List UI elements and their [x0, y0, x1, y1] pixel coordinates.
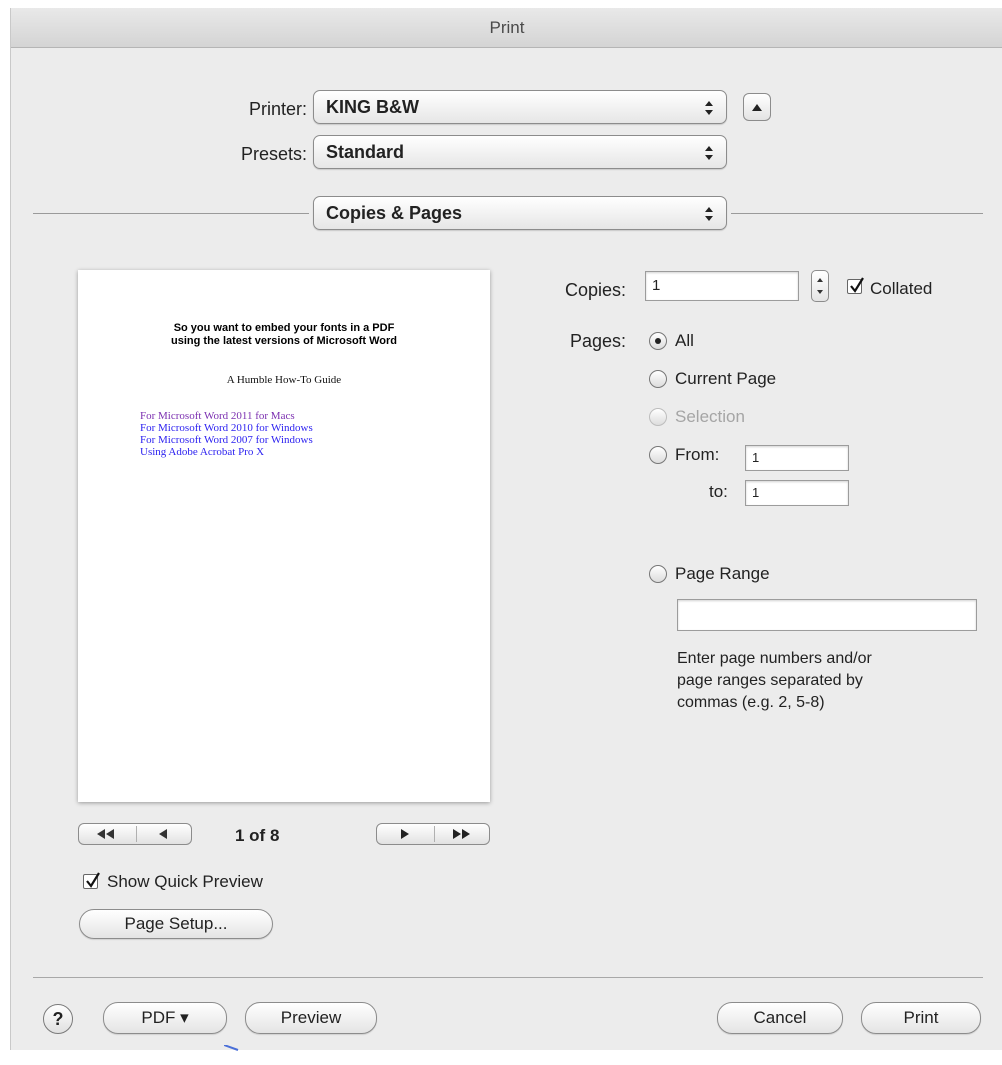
pages-selection-label: Selection	[675, 407, 745, 426]
page-preview: So you want to embed your fonts in a PDF…	[78, 270, 490, 802]
doc-link: For Microsoft Word 2011 for Macs	[140, 410, 295, 422]
triangle-up-icon	[752, 104, 762, 111]
pages-from-field[interactable]: 1	[745, 445, 849, 471]
doc-link: Using Adobe Acrobat Pro X	[140, 446, 265, 458]
pages-to-label: to:	[709, 482, 728, 501]
first-page-button[interactable]	[79, 824, 136, 844]
previous-page-button[interactable]	[137, 824, 193, 844]
pages-current-label: Current Page	[675, 369, 777, 388]
next-page-button[interactable]	[377, 824, 434, 844]
preview-button[interactable]: Preview	[245, 1002, 377, 1034]
pages-from-label: From:	[675, 445, 720, 464]
pages-label: Pages:	[569, 331, 626, 351]
pages-range-label: Page Range	[675, 564, 770, 583]
last-page-button[interactable]	[435, 824, 491, 844]
presets-value: Standard	[326, 142, 405, 162]
pages-range-radio[interactable]	[649, 565, 667, 583]
presets-popup[interactable]: Standard	[313, 135, 727, 169]
pages-all-label: All	[675, 331, 694, 350]
doc-link: For Microsoft Word 2010 for Windows	[140, 422, 313, 434]
panel-value: Copies & Pages	[326, 203, 463, 223]
preview-doc-title: So you want to embed your fonts in a PDF…	[78, 322, 490, 348]
doc-title-line: So you want to embed your fonts in a PDF	[173, 322, 395, 334]
double-left-arrow-icon	[97, 829, 114, 839]
pages-selection-radio	[649, 408, 667, 426]
preview-back-buttons	[78, 823, 192, 845]
pdf-menu-button[interactable]: PDF ▾	[103, 1002, 227, 1034]
checkmark-icon	[86, 872, 100, 888]
stepper-arrows-icon	[817, 278, 823, 294]
collated-checkbox[interactable]	[847, 277, 864, 294]
right-arrow-icon	[401, 829, 409, 839]
printer-popup[interactable]: KING B&W	[313, 90, 727, 124]
pages-all-radio[interactable]	[649, 332, 667, 350]
separator-right	[731, 213, 983, 214]
hint-line: page ranges separated by	[677, 672, 863, 689]
show-quick-preview-label: Show Quick Preview	[107, 872, 263, 891]
printer-value: KING B&W	[326, 97, 419, 117]
checkmark-icon	[850, 277, 864, 293]
preview-doc-links: For Microsoft Word 2011 for Macs For Mic…	[140, 410, 313, 458]
page-range-hint: Enter page numbers and/or page ranges se…	[677, 648, 872, 714]
panel-popup[interactable]: Copies & Pages	[313, 196, 727, 230]
preview-doc-subtitle: A Humble How-To Guide	[226, 374, 342, 386]
double-right-arrow-icon	[453, 829, 470, 839]
printer-label: Printer:	[248, 99, 307, 119]
collated-label: Collated	[870, 279, 933, 298]
page-setup-button[interactable]: Page Setup...	[79, 909, 273, 939]
print-dialog: Print Printer: KING B&W Presets: Standar…	[10, 8, 1002, 1050]
preview-forward-buttons	[376, 823, 490, 845]
doc-title-line: using the latest versions of Microsoft W…	[171, 335, 397, 347]
pages-current-radio[interactable]	[649, 370, 667, 388]
radio-selected-dot	[655, 338, 661, 344]
page-indicator: 1 of 8	[235, 826, 280, 845]
hint-line: Enter page numbers and/or	[677, 650, 872, 667]
disclosure-button[interactable]	[743, 93, 771, 121]
updown-arrows-icon	[702, 136, 716, 168]
copies-label: Copies:	[564, 280, 626, 300]
updown-arrows-icon	[702, 91, 716, 123]
resize-hint-icon	[224, 1045, 239, 1051]
hint-line: commas (e.g. 2, 5-8)	[677, 694, 825, 711]
footer-separator	[33, 977, 983, 978]
pages-from-radio[interactable]	[649, 446, 667, 464]
presets-label: Presets:	[240, 144, 307, 164]
separator-left	[33, 213, 309, 214]
copies-stepper[interactable]	[811, 270, 829, 302]
dialog-title: Print	[11, 8, 1002, 48]
cancel-button[interactable]: Cancel	[717, 1002, 843, 1034]
pages-to-field[interactable]: 1	[745, 480, 849, 506]
help-button[interactable]: ?	[43, 1004, 73, 1034]
updown-arrows-icon	[702, 197, 716, 229]
left-arrow-icon	[159, 829, 167, 839]
copies-field[interactable]: 1	[645, 271, 799, 301]
print-button[interactable]: Print	[861, 1002, 981, 1034]
page-range-field[interactable]	[677, 599, 977, 631]
doc-link: For Microsoft Word 2007 for Windows	[140, 434, 313, 446]
show-quick-preview-checkbox[interactable]	[83, 872, 100, 889]
